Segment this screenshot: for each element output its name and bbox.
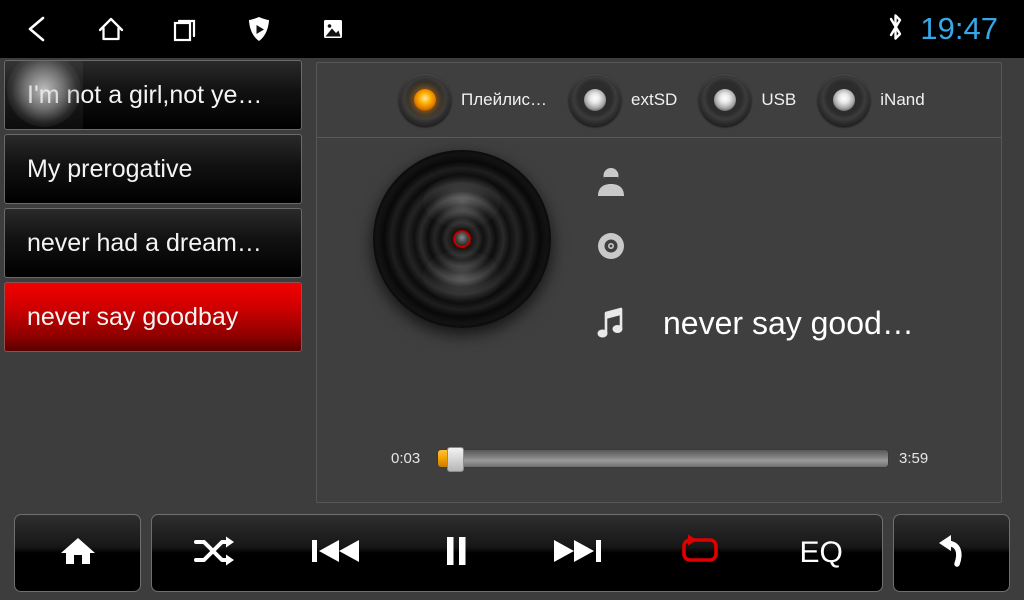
seek-bar[interactable] [437,447,889,472]
playlist-item-label: I'm not a girl,not ye… [27,80,263,109]
led-indicator-off-icon [818,74,871,126]
track-metadata: never say good… [585,150,985,366]
bluetooth-icon [885,11,906,48]
now-playing-area: never say good… 0:03 3:59 [317,138,1001,502]
equalizer-label: EQ [799,536,843,569]
playlist-panel: I'm not a girl,not ye… My prerogative ne… [0,60,306,503]
source-button-inand[interactable]: iNand [818,74,925,126]
home-filled-icon [57,531,99,576]
shuffle-button[interactable] [152,515,274,591]
back-icon[interactable] [0,0,74,58]
person-icon [585,165,637,199]
transport-controls: EQ [151,514,883,592]
playlist-item-label: never had a dream… [27,228,262,257]
metadata-row-artist [585,150,985,214]
repeat-button[interactable] [639,515,761,591]
playlist-item-label: never say goodbay [27,302,239,331]
pause-icon [442,533,470,574]
eq-button[interactable]: EQ [760,515,882,591]
bottom-control-bar: EQ [0,506,1024,600]
elapsed-time: 0:03 [391,450,421,467]
list-item-selected[interactable]: never say goodbay [4,282,302,352]
vinyl-record-icon[interactable] [373,150,551,328]
source-label: Плейлис… [461,90,548,109]
next-track-icon [550,533,606,574]
play-pause-button[interactable] [395,515,517,591]
navigation-icons [0,0,370,58]
music-note-icon [585,303,637,343]
home-button[interactable] [14,514,141,592]
status-bar: 19:47 [0,0,1024,58]
list-item[interactable]: never had a dream… [4,208,302,278]
led-indicator-off-icon [569,74,622,126]
seek-bar-thumb[interactable] [447,447,464,472]
source-button-extsd[interactable]: extSD [569,74,677,126]
led-indicator-on-icon [399,74,451,126]
home-icon[interactable] [74,0,148,58]
source-label: iNand [880,90,925,109]
return-arrow-icon [931,531,973,576]
status-clock: 19:47 [920,11,998,46]
source-selector-row: Плейлис… extSD USB iNand [317,63,1001,138]
source-button-usb[interactable]: USB [699,74,796,126]
next-track-button[interactable] [517,515,639,591]
playlist-item-label: My prerogative [27,154,193,183]
shield-play-icon[interactable] [222,0,296,58]
metadata-row-title: never say good… [585,280,985,366]
recent-apps-icon[interactable] [148,0,222,58]
source-label: extSD [631,90,678,109]
previous-track-button[interactable] [274,515,396,591]
metadata-row-album [585,214,985,278]
total-time: 3:59 [899,450,929,467]
progress-bar-row: 0:03 3:59 [391,447,935,472]
disc-icon [585,231,637,261]
image-icon[interactable] [296,0,370,58]
track-title: never say good… [663,304,914,341]
source-label: USB [761,90,797,109]
music-player-screen: 19:47 I'm not a girl,not ye… My prerogat… [0,0,1024,600]
status-right-cluster: 19:47 [885,11,1024,48]
list-item[interactable]: I'm not a girl,not ye… [4,60,302,130]
source-button-playlist[interactable]: Плейлис… [399,74,547,126]
previous-track-icon [307,533,363,574]
shuffle-icon [190,532,236,575]
list-item[interactable]: My prerogative [4,134,302,204]
led-indicator-off-icon [699,74,752,126]
repeat-icon [677,532,723,575]
main-panel: Плейлис… extSD USB iNand never say good…… [316,62,1002,503]
back-button[interactable] [893,514,1010,592]
